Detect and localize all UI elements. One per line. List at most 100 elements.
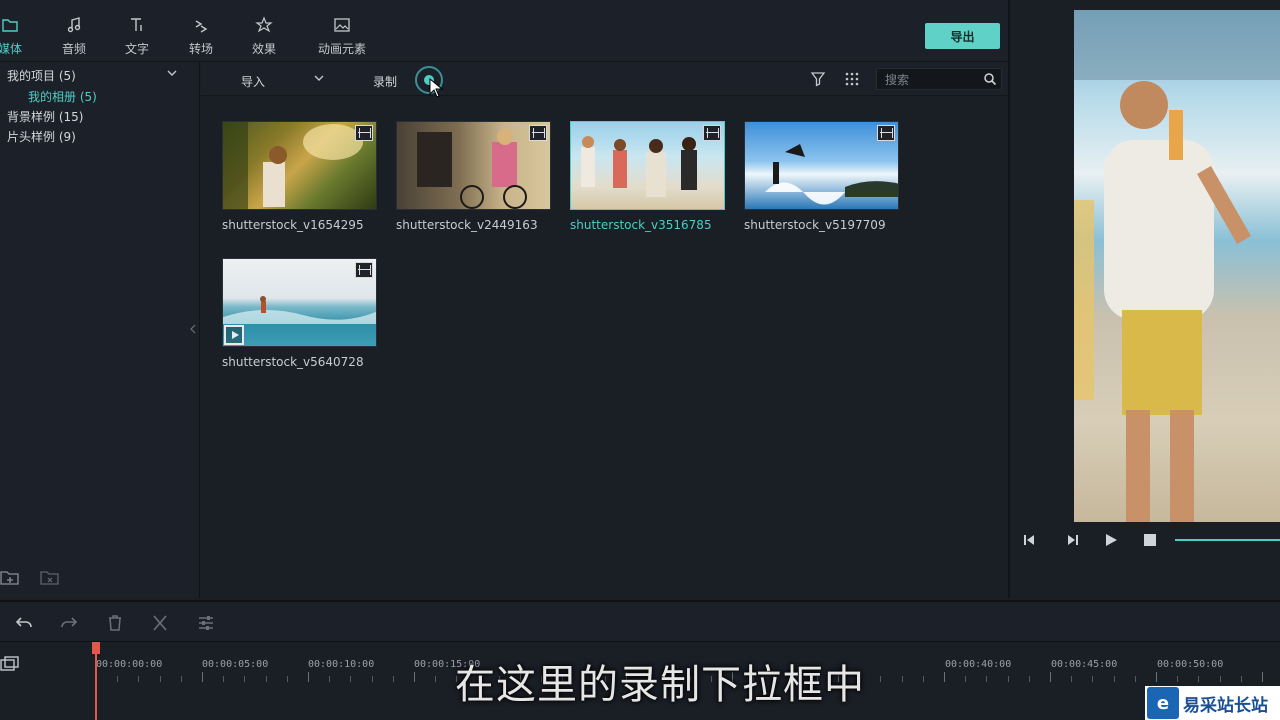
video-clip-icon	[703, 125, 721, 141]
media-thumbnail[interactable]	[744, 121, 899, 210]
media-item-name: shutterstock_v3516785	[570, 218, 712, 232]
playhead[interactable]	[92, 642, 100, 720]
step-back-icon[interactable]	[1022, 532, 1038, 548]
undo-icon[interactable]	[15, 614, 33, 632]
media-item[interactable]: shutterstock_v2449163	[396, 121, 551, 232]
chevron-down-icon[interactable]	[166, 68, 178, 78]
ruler-tick	[329, 676, 331, 682]
sidebar-item-my-album[interactable]: 我的相册 (5)	[28, 88, 97, 105]
ruler-tick	[1198, 676, 1200, 682]
adjust-icon[interactable]	[197, 614, 215, 632]
tab-transition[interactable]: 转场	[171, 16, 231, 57]
ruler-tick	[159, 676, 161, 682]
export-button[interactable]: 导出	[925, 23, 1000, 49]
delete-icon[interactable]	[106, 614, 124, 632]
ruler-tick	[1134, 676, 1136, 682]
ruler-tick	[1240, 676, 1242, 682]
transition-icon	[171, 16, 231, 36]
tab-text[interactable]: 文字	[107, 16, 167, 57]
step-forward-icon[interactable]	[1064, 532, 1080, 548]
watermark-text: 易采站长站	[1183, 695, 1268, 716]
sidebar-item-my-projects[interactable]: 我的项目 (5)	[7, 67, 76, 84]
ruler-tick	[265, 676, 267, 682]
timecode-label: 00:00:50:00	[1157, 659, 1224, 670]
timecode-label: 00:00:40:00	[945, 659, 1012, 670]
play-badge-icon	[224, 325, 244, 345]
ruler-tick	[223, 676, 225, 682]
ruler-tick	[350, 676, 352, 682]
delete-folder-icon[interactable]	[40, 568, 60, 586]
media-library-grid: shutterstock_v1654295 shutterstock_v2449…	[201, 97, 1008, 598]
ruler-tick	[286, 676, 288, 682]
media-toolbar: 导入 录制	[201, 62, 1008, 98]
ruler-tick	[1050, 672, 1051, 682]
timecode-label: 00:00:05:00	[202, 659, 269, 670]
stop-icon[interactable]	[1142, 532, 1158, 548]
tab-media[interactable]: 媒体	[0, 16, 40, 57]
image-icon	[311, 16, 373, 36]
add-folder-icon[interactable]	[0, 568, 20, 586]
ruler-tick	[922, 676, 924, 682]
media-item[interactable]: shutterstock_v1654295	[222, 121, 377, 232]
media-item[interactable]: shutterstock_v5640728	[222, 258, 377, 369]
cut-icon[interactable]	[151, 614, 169, 632]
import-dropdown-icon[interactable]	[313, 73, 325, 83]
mouse-cursor-icon	[429, 78, 443, 98]
ruler-tick	[1262, 672, 1263, 682]
ruler-tick	[392, 676, 394, 682]
media-item-name: shutterstock_v5640728	[222, 355, 364, 369]
grid-view-icon[interactable]	[844, 71, 860, 87]
media-thumbnail[interactable]	[222, 258, 377, 347]
thumbnail-beach-friends-image	[581, 136, 697, 197]
video-clip-icon	[877, 125, 895, 141]
add-track-icon[interactable]	[0, 656, 20, 672]
timeline-toolbar	[0, 600, 1280, 640]
ruler-tick	[1219, 676, 1221, 682]
media-item[interactable]: shutterstock_v3516785	[570, 121, 725, 232]
tab-effects[interactable]: 效果	[234, 16, 294, 57]
ruler-tick	[1092, 676, 1094, 682]
tab-transition-label: 转场	[188, 42, 213, 56]
search-input[interactable]	[877, 70, 977, 90]
ruler-tick	[202, 672, 203, 682]
thumbnail-surfer-image	[223, 296, 376, 324]
timecode-label: 00:00:00:00	[96, 659, 163, 670]
ruler-tick	[138, 676, 140, 682]
preview-frame-image	[1074, 10, 1280, 522]
media-thumbnail[interactable]	[222, 121, 377, 210]
ruler-tick	[1007, 676, 1009, 682]
media-item[interactable]: shutterstock_v5197709	[744, 121, 899, 232]
media-thumbnail[interactable]	[396, 121, 551, 210]
ruler-tick	[965, 676, 967, 682]
tab-elements[interactable]: 动画元素	[311, 16, 373, 57]
thumbnail-forest-girl-image	[223, 122, 363, 209]
import-button[interactable]: 导入	[241, 73, 265, 90]
ruler-tick	[986, 676, 988, 682]
tab-text-label: 文字	[124, 42, 149, 56]
preview-progress-bar[interactable]	[1175, 539, 1280, 541]
filter-icon[interactable]	[810, 71, 826, 87]
video-clip-icon	[355, 262, 373, 278]
play-icon[interactable]	[1103, 532, 1119, 548]
media-thumbnail[interactable]	[570, 121, 725, 210]
sidebar-item-intro-samples[interactable]: 片头样例 (9)	[7, 128, 76, 145]
tab-audio[interactable]: 音频	[44, 16, 104, 57]
sidebar-item-background-samples[interactable]: 背景样例 (15)	[7, 108, 83, 125]
ruler-tick	[371, 676, 373, 682]
ruler-tick	[117, 676, 119, 682]
tab-media-label: 媒体	[0, 42, 22, 56]
timecode-label: 00:00:45:00	[1051, 659, 1118, 670]
media-item-name: shutterstock_v5197709	[744, 218, 886, 232]
ruler-tick	[1028, 676, 1030, 682]
ruler-tick	[1156, 672, 1157, 682]
video-subtitle: 在这里的录制下拉框中	[455, 662, 865, 708]
library-sidebar: 我的项目 (5) 我的相册 (5) 背景样例 (15) 片头样例 (9)	[0, 62, 200, 598]
ruler-tick	[308, 672, 309, 682]
ruler-tick	[180, 676, 182, 682]
collapse-panel-icon[interactable]	[190, 324, 196, 334]
thumbnail-bike-girl-image	[417, 129, 527, 209]
redo-icon[interactable]	[60, 614, 78, 632]
search-icon[interactable]	[983, 72, 997, 86]
ruler-tick	[880, 676, 882, 682]
record-label[interactable]: 录制	[373, 73, 397, 90]
